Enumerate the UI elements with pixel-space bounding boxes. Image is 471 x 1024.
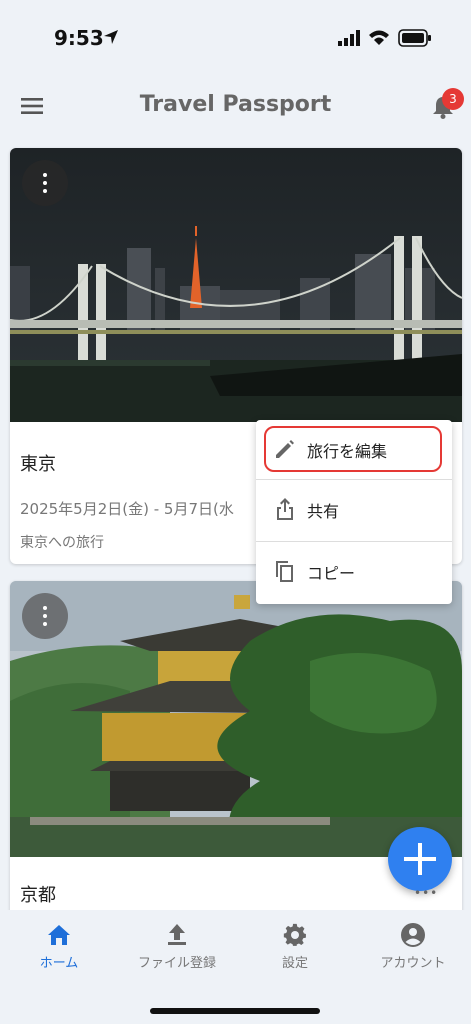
add-trip-button[interactable] [388, 827, 452, 891]
nav-label: アカウント [380, 956, 446, 971]
home-indicator [150, 1008, 320, 1014]
share-icon [277, 498, 293, 520]
nav-item-settings[interactable]: 設定 [236, 922, 354, 982]
nav-label: ファイル登録 [137, 956, 216, 971]
nav-label: 設定 [281, 956, 308, 971]
copy-icon [276, 561, 293, 582]
trip-title: 京都 [20, 885, 56, 906]
notification-badge: 3 [442, 88, 464, 110]
trip-context-menu: 旅行を編集 共有 コピー [256, 420, 452, 604]
wifi-icon [369, 30, 389, 45]
battery-icon [398, 29, 431, 47]
ellipsis-icon: ••• [414, 886, 439, 900]
nav-item-home[interactable]: ホーム [0, 922, 118, 982]
trip-dates: 2025年5月2日(金) - 5月7日(水 [20, 500, 234, 518]
trip-description: 東京への旅行 [20, 535, 104, 551]
app-title: Travel Passport [139, 92, 332, 117]
home-icon [48, 925, 70, 945]
trip-title: 東京 [20, 454, 56, 475]
signal-icon [338, 30, 360, 46]
upload-icon [168, 924, 186, 945]
menu-item-share[interactable]: 共有 [256, 480, 452, 540]
trip-more-button[interactable] [22, 593, 68, 639]
trip-photo-kyoto [10, 581, 462, 857]
bottom-navigation: ホーム ファイル登録 設定 アカウント [0, 910, 471, 1024]
trip-photo-tokyo [10, 148, 462, 422]
menu-item-label: 旅行を編集 [307, 442, 388, 461]
menu-item-label: コピー [307, 564, 356, 583]
nav-label: ホーム [39, 956, 79, 971]
pencil-icon [276, 440, 294, 458]
nav-item-account[interactable]: アカウント [354, 922, 471, 982]
status-time: 9:53 [54, 26, 104, 50]
account-icon [401, 923, 425, 947]
location-arrow-icon [104, 30, 118, 44]
app-bar: Travel Passport 3 [0, 76, 471, 136]
menu-item-copy[interactable]: コピー [256, 542, 452, 602]
menu-item-edit-trip[interactable]: 旅行を編集 [256, 420, 452, 480]
gear-icon [283, 923, 306, 946]
status-bar: 9:53 [0, 0, 471, 76]
trip-more-button[interactable] [22, 160, 68, 206]
nav-item-file-upload[interactable]: ファイル登録 [118, 922, 236, 982]
menu-item-label: 共有 [307, 502, 340, 521]
